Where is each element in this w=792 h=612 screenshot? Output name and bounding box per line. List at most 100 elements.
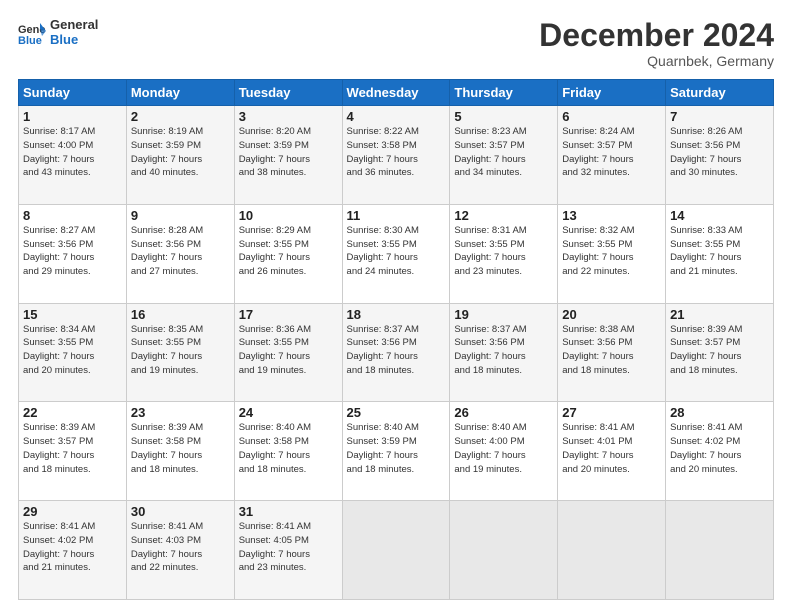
- day-info: Sunrise: 8:36 AM Sunset: 3:55 PM Dayligh…: [239, 323, 338, 378]
- day-info: Sunrise: 8:39 AM Sunset: 3:57 PM Dayligh…: [670, 323, 769, 378]
- day-number: 7: [670, 109, 769, 124]
- day-number: 6: [562, 109, 661, 124]
- calendar-cell: 21Sunrise: 8:39 AM Sunset: 3:57 PM Dayli…: [666, 303, 774, 402]
- day-info: Sunrise: 8:22 AM Sunset: 3:58 PM Dayligh…: [347, 125, 446, 180]
- calendar-cell: 31Sunrise: 8:41 AM Sunset: 4:05 PM Dayli…: [234, 501, 342, 600]
- day-number: 5: [454, 109, 553, 124]
- col-monday: Monday: [126, 80, 234, 106]
- day-info: Sunrise: 8:41 AM Sunset: 4:02 PM Dayligh…: [670, 421, 769, 476]
- day-number: 17: [239, 307, 338, 322]
- day-info: Sunrise: 8:37 AM Sunset: 3:56 PM Dayligh…: [347, 323, 446, 378]
- day-info: Sunrise: 8:27 AM Sunset: 3:56 PM Dayligh…: [23, 224, 122, 279]
- day-number: 31: [239, 504, 338, 519]
- calendar-cell: 1Sunrise: 8:17 AM Sunset: 4:00 PM Daylig…: [19, 106, 127, 205]
- calendar-cell: 2Sunrise: 8:19 AM Sunset: 3:59 PM Daylig…: [126, 106, 234, 205]
- calendar-week-2: 8Sunrise: 8:27 AM Sunset: 3:56 PM Daylig…: [19, 204, 774, 303]
- day-number: 19: [454, 307, 553, 322]
- day-info: Sunrise: 8:31 AM Sunset: 3:55 PM Dayligh…: [454, 224, 553, 279]
- calendar-header-row: Sunday Monday Tuesday Wednesday Thursday…: [19, 80, 774, 106]
- day-info: Sunrise: 8:41 AM Sunset: 4:05 PM Dayligh…: [239, 520, 338, 575]
- day-info: Sunrise: 8:24 AM Sunset: 3:57 PM Dayligh…: [562, 125, 661, 180]
- calendar-week-4: 22Sunrise: 8:39 AM Sunset: 3:57 PM Dayli…: [19, 402, 774, 501]
- day-info: Sunrise: 8:28 AM Sunset: 3:56 PM Dayligh…: [131, 224, 230, 279]
- calendar-cell: 6Sunrise: 8:24 AM Sunset: 3:57 PM Daylig…: [558, 106, 666, 205]
- day-number: 3: [239, 109, 338, 124]
- day-number: 27: [562, 405, 661, 420]
- day-info: Sunrise: 8:39 AM Sunset: 3:57 PM Dayligh…: [23, 421, 122, 476]
- calendar-cell: 18Sunrise: 8:37 AM Sunset: 3:56 PM Dayli…: [342, 303, 450, 402]
- day-info: Sunrise: 8:40 AM Sunset: 4:00 PM Dayligh…: [454, 421, 553, 476]
- day-number: 21: [670, 307, 769, 322]
- day-number: 24: [239, 405, 338, 420]
- calendar-week-1: 1Sunrise: 8:17 AM Sunset: 4:00 PM Daylig…: [19, 106, 774, 205]
- calendar-cell: [666, 501, 774, 600]
- col-tuesday: Tuesday: [234, 80, 342, 106]
- day-number: 14: [670, 208, 769, 223]
- day-info: Sunrise: 8:30 AM Sunset: 3:55 PM Dayligh…: [347, 224, 446, 279]
- day-number: 20: [562, 307, 661, 322]
- col-wednesday: Wednesday: [342, 80, 450, 106]
- calendar-cell: 9Sunrise: 8:28 AM Sunset: 3:56 PM Daylig…: [126, 204, 234, 303]
- day-info: Sunrise: 8:23 AM Sunset: 3:57 PM Dayligh…: [454, 125, 553, 180]
- day-number: 18: [347, 307, 446, 322]
- calendar-cell: 10Sunrise: 8:29 AM Sunset: 3:55 PM Dayli…: [234, 204, 342, 303]
- calendar-cell: 20Sunrise: 8:38 AM Sunset: 3:56 PM Dayli…: [558, 303, 666, 402]
- calendar-cell: [342, 501, 450, 600]
- day-number: 12: [454, 208, 553, 223]
- day-info: Sunrise: 8:40 AM Sunset: 3:58 PM Dayligh…: [239, 421, 338, 476]
- day-number: 26: [454, 405, 553, 420]
- col-sunday: Sunday: [19, 80, 127, 106]
- header: General Blue General Blue December 2024 …: [18, 18, 774, 69]
- calendar-cell: 25Sunrise: 8:40 AM Sunset: 3:59 PM Dayli…: [342, 402, 450, 501]
- calendar-cell: 15Sunrise: 8:34 AM Sunset: 3:55 PM Dayli…: [19, 303, 127, 402]
- calendar-cell: 8Sunrise: 8:27 AM Sunset: 3:56 PM Daylig…: [19, 204, 127, 303]
- day-info: Sunrise: 8:29 AM Sunset: 3:55 PM Dayligh…: [239, 224, 338, 279]
- logo: General Blue General Blue: [18, 18, 98, 48]
- day-info: Sunrise: 8:39 AM Sunset: 3:58 PM Dayligh…: [131, 421, 230, 476]
- calendar-table: Sunday Monday Tuesday Wednesday Thursday…: [18, 79, 774, 600]
- calendar-cell: 29Sunrise: 8:41 AM Sunset: 4:02 PM Dayli…: [19, 501, 127, 600]
- col-friday: Friday: [558, 80, 666, 106]
- calendar-cell: 22Sunrise: 8:39 AM Sunset: 3:57 PM Dayli…: [19, 402, 127, 501]
- col-saturday: Saturday: [666, 80, 774, 106]
- calendar-cell: 19Sunrise: 8:37 AM Sunset: 3:56 PM Dayli…: [450, 303, 558, 402]
- day-number: 25: [347, 405, 446, 420]
- day-info: Sunrise: 8:32 AM Sunset: 3:55 PM Dayligh…: [562, 224, 661, 279]
- month-title: December 2024: [539, 18, 774, 53]
- subtitle: Quarnbek, Germany: [539, 53, 774, 69]
- day-info: Sunrise: 8:26 AM Sunset: 3:56 PM Dayligh…: [670, 125, 769, 180]
- calendar-cell: 13Sunrise: 8:32 AM Sunset: 3:55 PM Dayli…: [558, 204, 666, 303]
- svg-text:Blue: Blue: [18, 35, 42, 45]
- day-info: Sunrise: 8:17 AM Sunset: 4:00 PM Dayligh…: [23, 125, 122, 180]
- day-number: 11: [347, 208, 446, 223]
- day-info: Sunrise: 8:41 AM Sunset: 4:01 PM Dayligh…: [562, 421, 661, 476]
- calendar-cell: 17Sunrise: 8:36 AM Sunset: 3:55 PM Dayli…: [234, 303, 342, 402]
- calendar-cell: 16Sunrise: 8:35 AM Sunset: 3:55 PM Dayli…: [126, 303, 234, 402]
- calendar-cell: [558, 501, 666, 600]
- calendar-cell: 14Sunrise: 8:33 AM Sunset: 3:55 PM Dayli…: [666, 204, 774, 303]
- day-info: Sunrise: 8:20 AM Sunset: 3:59 PM Dayligh…: [239, 125, 338, 180]
- day-info: Sunrise: 8:40 AM Sunset: 3:59 PM Dayligh…: [347, 421, 446, 476]
- logo-text-blue: Blue: [50, 33, 98, 48]
- logo-icon: General Blue: [18, 21, 46, 45]
- day-info: Sunrise: 8:35 AM Sunset: 3:55 PM Dayligh…: [131, 323, 230, 378]
- col-thursday: Thursday: [450, 80, 558, 106]
- calendar-cell: 26Sunrise: 8:40 AM Sunset: 4:00 PM Dayli…: [450, 402, 558, 501]
- day-info: Sunrise: 8:33 AM Sunset: 3:55 PM Dayligh…: [670, 224, 769, 279]
- day-number: 28: [670, 405, 769, 420]
- day-number: 22: [23, 405, 122, 420]
- day-info: Sunrise: 8:38 AM Sunset: 3:56 PM Dayligh…: [562, 323, 661, 378]
- day-number: 13: [562, 208, 661, 223]
- day-info: Sunrise: 8:41 AM Sunset: 4:02 PM Dayligh…: [23, 520, 122, 575]
- calendar-cell: 7Sunrise: 8:26 AM Sunset: 3:56 PM Daylig…: [666, 106, 774, 205]
- calendar-cell: 5Sunrise: 8:23 AM Sunset: 3:57 PM Daylig…: [450, 106, 558, 205]
- day-number: 15: [23, 307, 122, 322]
- calendar-cell: 11Sunrise: 8:30 AM Sunset: 3:55 PM Dayli…: [342, 204, 450, 303]
- calendar-cell: 27Sunrise: 8:41 AM Sunset: 4:01 PM Dayli…: [558, 402, 666, 501]
- day-info: Sunrise: 8:41 AM Sunset: 4:03 PM Dayligh…: [131, 520, 230, 575]
- logo-text-general: General: [50, 18, 98, 33]
- calendar-cell: 30Sunrise: 8:41 AM Sunset: 4:03 PM Dayli…: [126, 501, 234, 600]
- calendar-page: General Blue General Blue December 2024 …: [0, 0, 792, 612]
- day-number: 30: [131, 504, 230, 519]
- day-number: 1: [23, 109, 122, 124]
